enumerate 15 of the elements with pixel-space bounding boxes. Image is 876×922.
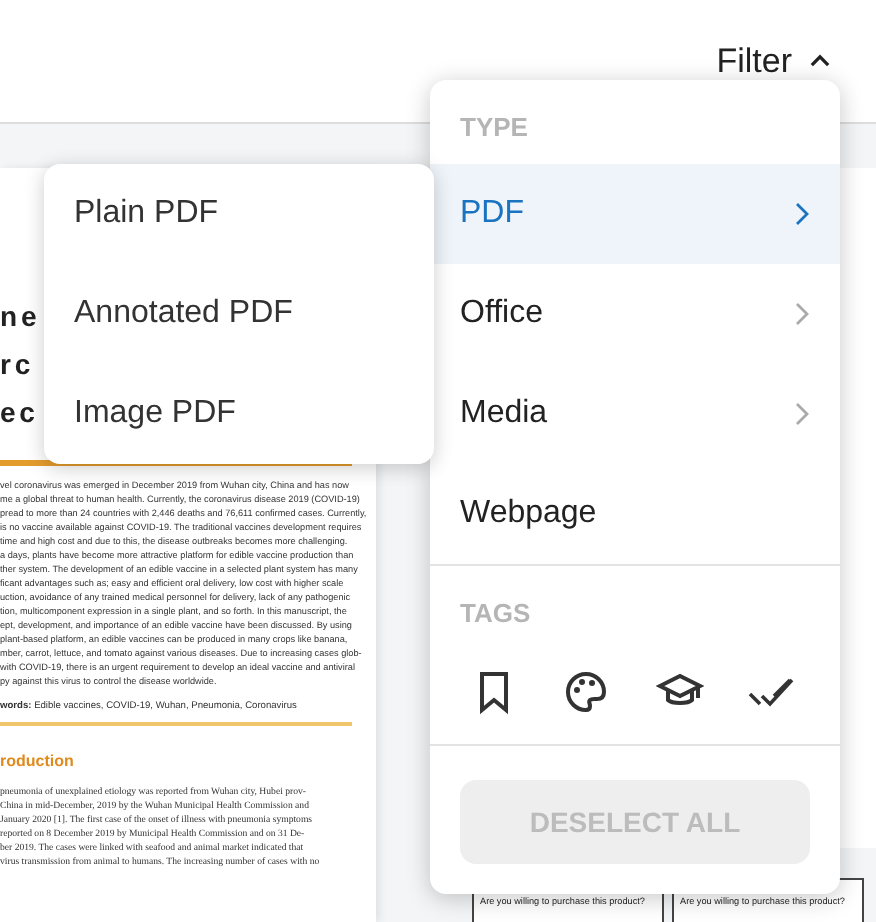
section-heading: TYPE (458, 110, 530, 146)
section-heading: roduction (0, 750, 76, 775)
title-text: n e (0, 298, 37, 336)
palette-icon[interactable] (562, 668, 611, 716)
menu-item[interactable]: Webpage (430, 463, 840, 563)
menu-item[interactable]: Media (430, 363, 840, 463)
title-text: e c (0, 394, 35, 432)
menu-item[interactable]: Annotated PDF (44, 264, 434, 364)
section-heading: TAGS (458, 595, 533, 631)
title-text: r c (0, 346, 31, 384)
menu-item[interactable]: Plain PDF (44, 164, 434, 264)
filter-button[interactable]: Filter (716, 35, 832, 87)
menu-item[interactable]: Image PDF (44, 364, 434, 464)
menu-item[interactable]: Office (430, 263, 840, 363)
menu-item[interactable]: PDF (430, 163, 840, 263)
